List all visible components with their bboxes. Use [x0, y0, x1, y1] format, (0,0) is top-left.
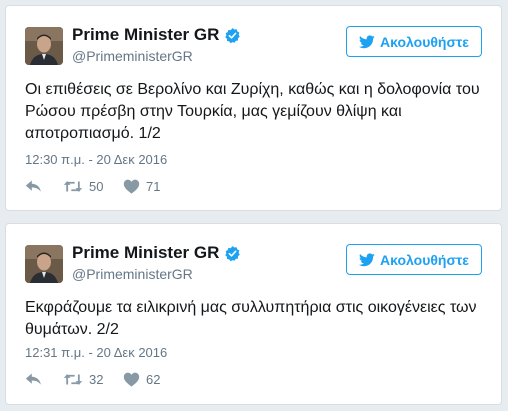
like-count: 71	[146, 179, 161, 194]
follow-label: Ακολουθήστε	[380, 251, 469, 268]
retweet-count: 50	[89, 179, 104, 194]
like-button[interactable]: 62	[123, 372, 160, 387]
timestamp[interactable]: 12:30 π.μ. - 20 Δεκ 2016	[25, 152, 167, 167]
user-handle[interactable]: @PrimeministerGR	[72, 266, 193, 282]
tweet-text: Εκφράζουμε τα ειλικρινή μας συλλυπητήρια…	[25, 299, 477, 338]
display-name[interactable]: Prime Minister GR	[72, 243, 219, 263]
verified-badge-icon	[225, 27, 241, 43]
retweet-icon	[63, 374, 83, 385]
heart-icon	[123, 179, 140, 194]
avatar[interactable]	[25, 27, 63, 65]
reply-icon	[25, 180, 41, 192]
follow-button[interactable]: Ακολουθήστε	[346, 26, 482, 57]
tweet-actions: 32 62	[25, 372, 160, 387]
tweet-card[interactable]: Prime Minister GR @PrimeministerGR Ακολο…	[5, 223, 502, 405]
follow-label: Ακολουθήστε	[380, 33, 469, 50]
twitter-bird-icon	[359, 34, 375, 48]
retweet-icon	[63, 181, 83, 192]
timestamp[interactable]: 12:31 π.μ. - 20 Δεκ 2016	[25, 345, 167, 360]
verified-badge-icon	[225, 245, 241, 261]
avatar[interactable]	[25, 245, 63, 283]
reply-icon	[25, 373, 41, 385]
reply-button[interactable]	[25, 179, 63, 194]
heart-icon	[123, 372, 140, 387]
tweet-text: Οι επιθέσεις σε Βερολίνο και Ζυρίχη, καθ…	[25, 81, 480, 142]
like-count: 62	[146, 372, 161, 387]
user-handle[interactable]: @PrimeministerGR	[72, 48, 193, 64]
display-name[interactable]: Prime Minister GR	[72, 25, 219, 45]
retweet-button[interactable]: 50	[63, 179, 123, 194]
follow-button[interactable]: Ακολουθήστε	[346, 244, 482, 275]
tweet-card[interactable]: Prime Minister GR @PrimeministerGR Ακολο…	[5, 5, 502, 211]
retweet-count: 32	[89, 372, 104, 387]
twitter-bird-icon	[359, 252, 375, 266]
retweet-button[interactable]: 32	[63, 372, 123, 387]
tweet-actions: 50 71	[25, 179, 160, 194]
reply-button[interactable]	[25, 372, 63, 387]
like-button[interactable]: 71	[123, 179, 160, 194]
